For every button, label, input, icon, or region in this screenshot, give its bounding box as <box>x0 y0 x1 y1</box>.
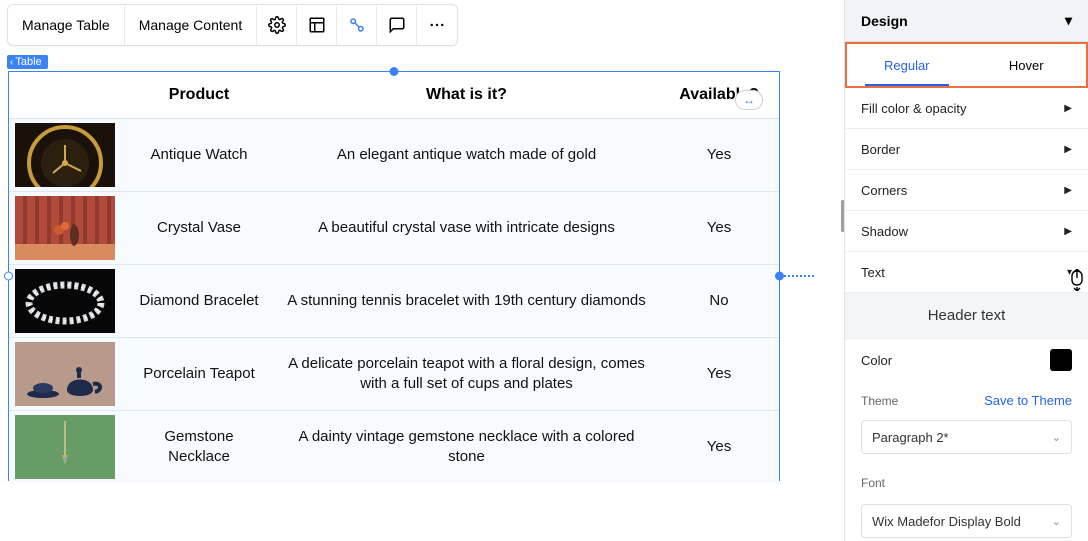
product-image-cell[interactable] <box>9 119 124 192</box>
chevron-down-icon: ▾ <box>1065 12 1072 29</box>
product-cell[interactable]: Crystal Vase <box>124 192 274 265</box>
product-image-cell[interactable] <box>9 411 124 484</box>
section-corners[interactable]: Corners ▶ <box>845 170 1088 211</box>
chevron-right-icon: ▶ <box>1064 226 1072 237</box>
desc-cell[interactable]: A stunning tennis bracelet with 19th cen… <box>274 265 659 338</box>
table-frame[interactable]: Product What is it? Available? Antique W… <box>8 71 780 481</box>
available-cell[interactable]: Yes <box>659 192 779 265</box>
product-image-cell[interactable] <box>9 192 124 265</box>
chevron-right-icon: ▶ <box>1064 103 1072 114</box>
alignment-guide <box>784 275 814 277</box>
desc-cell[interactable]: A dainty vintage gemstone necklace with … <box>274 411 659 484</box>
color-label: Color <box>861 353 892 368</box>
section-shadow[interactable]: Shadow ▶ <box>845 211 1088 252</box>
caret-left-icon: ‹ <box>10 57 13 68</box>
table-row[interactable]: Diamond Bracelet A stunning tennis brace… <box>9 265 779 338</box>
resize-handle-left[interactable] <box>4 272 13 281</box>
tag-label: Table <box>15 56 41 68</box>
product-image-cell[interactable] <box>9 265 124 338</box>
font-label: Font <box>861 476 885 490</box>
chevron-down-icon: ▾ <box>1067 267 1072 278</box>
section-fill[interactable]: Fill color & opacity ▶ <box>845 88 1088 129</box>
resize-handle-right[interactable] <box>775 272 784 281</box>
theme-select[interactable]: Paragraph 2* ⌄ <box>861 420 1072 454</box>
section-label: Shadow <box>861 224 908 239</box>
table-row[interactable]: Antique Watch An elegant antique watch m… <box>9 119 779 192</box>
available-cell[interactable]: Yes <box>659 411 779 484</box>
resize-handle-top[interactable] <box>390 67 399 76</box>
product-cell[interactable]: Antique Watch <box>124 119 274 192</box>
available-cell[interactable]: Yes <box>659 338 779 411</box>
chevron-down-icon: ⌄ <box>1052 515 1061 528</box>
available-cell[interactable]: No <box>659 265 779 338</box>
table-row[interactable]: Gemstone Necklace A dainty vintage gemst… <box>9 411 779 484</box>
chat-icon[interactable] <box>377 5 417 45</box>
thumbnail-bracelet <box>15 269 115 333</box>
product-cell[interactable]: Gemstone Necklace <box>124 411 274 484</box>
state-tabbar: Regular Hover <box>845 42 1088 88</box>
product-cell[interactable]: Diamond Bracelet <box>124 265 274 338</box>
section-text[interactable]: Text ▾ <box>845 252 1088 293</box>
panel-header[interactable]: Design ▾ <box>845 0 1088 42</box>
table-row[interactable]: Crystal Vase A beautiful crystal vase wi… <box>9 192 779 265</box>
element-tag[interactable]: ‹ Table <box>7 55 48 69</box>
column-header[interactable]: Product <box>124 72 274 119</box>
color-swatch[interactable] <box>1050 349 1072 371</box>
manage-table-button[interactable]: Manage Table <box>8 5 125 45</box>
theme-row: Theme Save to Theme <box>845 377 1088 414</box>
theme-label: Theme <box>861 394 898 408</box>
section-border[interactable]: Border ▶ <box>845 129 1088 170</box>
panel-title: Design <box>861 13 908 29</box>
font-value: Wix Madefor Display Bold <box>872 514 1021 529</box>
column-header[interactable] <box>9 72 124 119</box>
section-label: Border <box>861 142 900 157</box>
chevron-right-icon: ▶ <box>1064 144 1072 155</box>
column-resize-handle[interactable]: ↔ <box>735 90 763 110</box>
layout-icon[interactable] <box>297 5 337 45</box>
font-select[interactable]: Wix Madefor Display Bold ⌄ <box>861 504 1072 538</box>
desc-cell[interactable]: An elegant antique watch made of gold <box>274 119 659 192</box>
save-to-theme-link[interactable]: Save to Theme <box>984 393 1072 408</box>
thumbnail-teapot <box>15 342 115 406</box>
product-image-cell[interactable] <box>9 338 124 411</box>
font-row: Font <box>845 464 1088 498</box>
thumbnail-vase <box>15 196 115 260</box>
chevron-right-icon: ▶ <box>1064 185 1072 196</box>
design-icon[interactable] <box>337 5 377 45</box>
color-row: Color <box>845 339 1088 377</box>
table-row[interactable]: Porcelain Teapot A delicate porcelain te… <box>9 338 779 411</box>
more-icon[interactable] <box>417 5 457 45</box>
settings-icon[interactable] <box>257 5 297 45</box>
section-label: Corners <box>861 183 907 198</box>
available-cell[interactable]: Yes <box>659 119 779 192</box>
section-label: Text <box>861 265 885 280</box>
column-header[interactable]: What is it? <box>274 72 659 119</box>
theme-value: Paragraph 2* <box>872 430 949 445</box>
tab-hover[interactable]: Hover <box>967 44 1087 86</box>
chevron-down-icon: ⌄ <box>1052 431 1061 444</box>
desc-cell[interactable]: A beautiful crystal vase with intricate … <box>274 192 659 265</box>
product-cell[interactable]: Porcelain Teapot <box>124 338 274 411</box>
section-label: Fill color & opacity <box>861 101 966 116</box>
editor-canvas: Manage Table Manage Content ‹ Table <box>0 0 844 541</box>
floating-toolbar: Manage Table Manage Content <box>7 4 458 46</box>
desc-cell[interactable]: A delicate porcelain teapot with a flora… <box>274 338 659 411</box>
thumbnail-watch <box>15 123 115 187</box>
design-panel: Design ▾ Regular Hover Fill color & opac… <box>844 0 1088 541</box>
manage-content-button[interactable]: Manage Content <box>125 5 258 45</box>
thumbnail-necklace <box>15 415 115 479</box>
subsection-header-text: Header text <box>845 293 1088 339</box>
data-table[interactable]: Product What is it? Available? Antique W… <box>9 72 779 483</box>
tab-regular[interactable]: Regular <box>847 44 967 86</box>
